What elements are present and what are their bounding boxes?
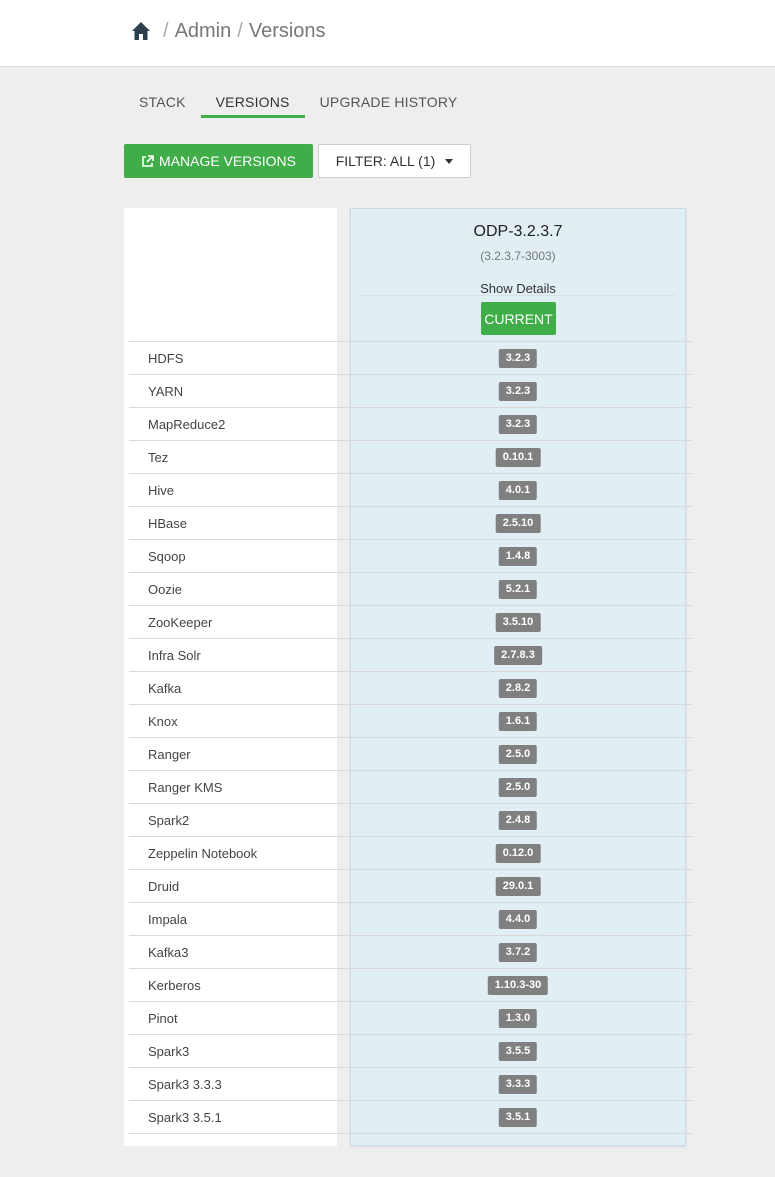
version-badge: 1.4.8 (498, 547, 538, 566)
version-badge: 2.4.8 (498, 811, 538, 830)
version-badge: 2.5.10 (495, 514, 541, 533)
chevron-down-icon (445, 158, 454, 164)
version-badge: 3.7.2 (498, 943, 538, 962)
service-name: MapReduce2 (148, 417, 226, 432)
service-name: Druid (148, 879, 180, 894)
table-row: Spark2 2.4.8 (129, 803, 693, 836)
filter-label: FILTER: ALL (1) (335, 153, 436, 169)
breadcrumb-separator: / (163, 19, 169, 42)
version-badge: 3.2.3 (498, 349, 538, 368)
version-badge: 4.4.0 (498, 910, 538, 929)
top-bar: / Admin / Versions (0, 0, 775, 67)
version-badge: 29.0.1 (495, 877, 541, 896)
table-row: Tez 0.10.1 (129, 440, 693, 473)
service-name: Oozie (148, 582, 182, 597)
service-name: HBase (148, 516, 188, 531)
service-name: Hive (148, 483, 175, 498)
version-badge: 5.2.1 (498, 580, 538, 599)
service-name: YARN (148, 384, 184, 399)
manage-versions-button[interactable]: MANAGE VERSIONS (124, 144, 313, 178)
table-row: Spark3 3.5.5 (129, 1034, 693, 1067)
table-row: HDFS 3.2.3 (129, 341, 693, 374)
table-row: Oozie 5.2.1 (129, 572, 693, 605)
table-row: Kafka 2.8.2 (129, 671, 693, 704)
table-row: YARN 3.2.3 (129, 374, 693, 407)
version-tabs: STACK VERSIONS UPGRADE HISTORY (124, 88, 472, 118)
table-row: Ranger 2.5.0 (129, 737, 693, 770)
version-badge: 0.10.1 (495, 448, 541, 467)
table-row: HBase 2.5.10 (129, 506, 693, 539)
home-icon[interactable] (131, 21, 151, 41)
service-name: Kafka (148, 681, 182, 696)
table-row: ZooKeeper 3.5.10 (129, 605, 693, 638)
version-badge: 1.10.3-30 (487, 976, 549, 995)
service-name: Ranger KMS (148, 780, 223, 795)
version-badge: 1.3.0 (498, 1009, 538, 1028)
table-row: Druid 29.0.1 (129, 869, 693, 902)
version-badge: 2.5.0 (498, 745, 538, 764)
version-badge: 3.3.3 (498, 1075, 538, 1094)
service-name: Kafka3 (148, 945, 189, 960)
table-row: Kafka3 3.7.2 (129, 935, 693, 968)
page-title: Versions (248, 19, 326, 42)
version-badge: 3.5.1 (498, 1108, 538, 1127)
breadcrumb: / Admin / Versions (131, 16, 326, 46)
version-badge: 3.5.5 (498, 1042, 538, 1061)
service-name: Spark3 3.5.1 (148, 1110, 222, 1125)
service-name: HDFS (148, 351, 184, 366)
version-badge: 2.8.2 (498, 679, 538, 698)
service-name: Tez (148, 450, 169, 465)
service-name: Pinot (148, 1011, 178, 1026)
tab-versions[interactable]: VERSIONS (200, 88, 305, 118)
table-row: MapReduce2 3.2.3 (129, 407, 693, 440)
service-name: Infra Solr (148, 648, 201, 663)
version-badge: 1.6.1 (498, 712, 538, 731)
version-badge: 2.7.8.3 (494, 646, 542, 665)
version-build: (3.2.3.7-3003) (480, 249, 556, 263)
table-row: Sqoop 1.4.8 (129, 539, 693, 572)
external-link-icon (141, 154, 154, 168)
service-name: Kerberos (148, 978, 201, 993)
tab-stack[interactable]: STACK (124, 88, 201, 118)
service-version-table: HDFS 3.2.3 YARN 3.2.3 MapReduce2 3.2.3 Tez 0… (129, 341, 693, 1134)
table-row: Infra Solr 2.7.8.3 (129, 638, 693, 671)
breadcrumb-admin[interactable]: Admin (175, 20, 232, 43)
version-badge: 0.12.0 (495, 844, 541, 863)
service-name: ZooKeeper (148, 615, 213, 630)
table-row: Hive 4.0.1 (129, 473, 693, 506)
service-name: Spark3 (148, 1044, 190, 1059)
version-badge: 3.5.10 (495, 613, 541, 632)
version-name: ODP-3.2.3.7 (473, 223, 563, 240)
table-row: Spark3 3.5.1 3.5.1 (129, 1100, 693, 1134)
tab-upgrade-history[interactable]: UPGRADE HISTORY (305, 88, 473, 118)
table-row: Spark3 3.3.3 3.3.3 (129, 1067, 693, 1100)
table-row: Impala 4.4.0 (129, 902, 693, 935)
table-row: Knox 1.6.1 (129, 704, 693, 737)
current-status-badge: CURRENT (481, 302, 556, 335)
service-name: Spark2 (148, 813, 190, 828)
table-row: Pinot 1.3.0 (129, 1001, 693, 1034)
version-badge: 3.2.3 (498, 382, 538, 401)
manage-versions-label: MANAGE VERSIONS (159, 153, 296, 169)
service-name: Knox (148, 714, 178, 729)
version-badge: 3.2.3 (498, 415, 538, 434)
table-row: Ranger KMS 2.5.0 (129, 770, 693, 803)
version-badge: 4.0.1 (498, 481, 538, 500)
table-row: Kerberos 1.10.3-30 (129, 968, 693, 1001)
service-name: Sqoop (148, 549, 186, 564)
service-name: Zeppelin Notebook (148, 846, 258, 861)
breadcrumb-separator: / (237, 19, 243, 42)
service-name: Ranger (148, 747, 191, 762)
filter-dropdown[interactable]: FILTER: ALL (1) (318, 144, 471, 178)
divider (361, 295, 675, 296)
service-name: Spark3 3.3.3 (148, 1077, 222, 1092)
service-name: Impala (148, 912, 188, 927)
version-badge: 2.5.0 (498, 778, 538, 797)
show-details-link[interactable]: Show Details (351, 281, 685, 296)
table-row: Zeppelin Notebook 0.12.0 (129, 836, 693, 869)
